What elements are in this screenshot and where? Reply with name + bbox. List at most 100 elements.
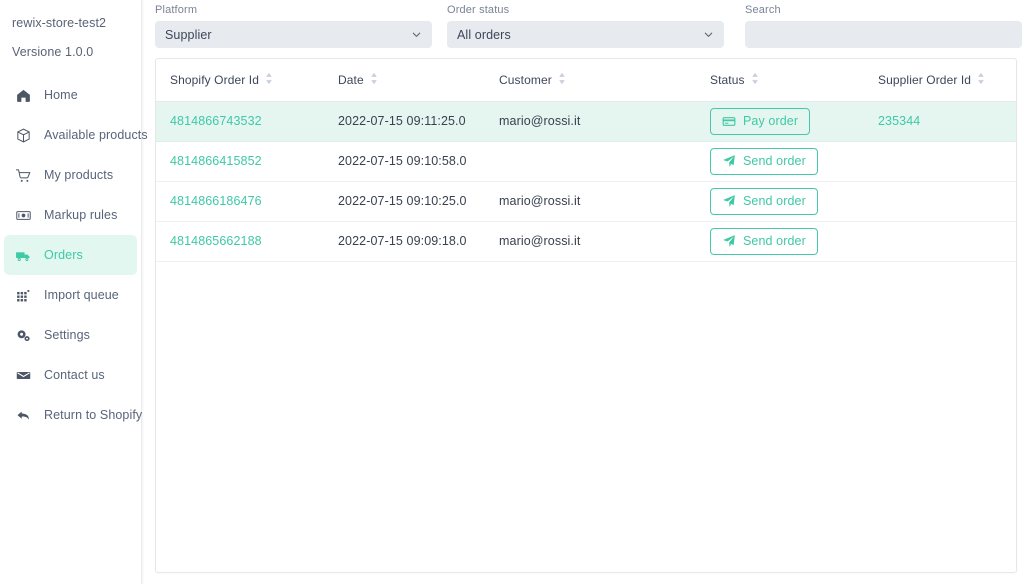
shopify-order-link[interactable]: 4814865662188 — [170, 234, 262, 248]
home-icon — [12, 85, 34, 105]
order-status-select[interactable]: All orders — [447, 21, 724, 48]
cell-supplier-order-id — [864, 141, 1016, 182]
sort-icon[interactable] — [265, 72, 273, 88]
cell-customer — [485, 141, 696, 182]
sidebar-nav: Home Available products My products Markup … — [0, 75, 148, 435]
sidebar-item-orders[interactable]: Orders — [4, 235, 137, 275]
orders-table-card: Shopify Order Id Date Customer Status Suppli… — [155, 58, 1017, 573]
chevron-down-icon — [411, 29, 422, 40]
sidebar-item-label: Settings — [44, 328, 90, 342]
order-status-select-value: All orders — [457, 27, 511, 42]
sidebar-item-label: Orders — [44, 248, 83, 262]
table-row[interactable]: 4814865662188 2022-07-15 09:09:18.0 mario@… — [156, 221, 1016, 262]
filter-bar: Platform Supplier Order status All order… — [152, 0, 1022, 58]
send-order-button[interactable]: Send order — [710, 187, 818, 215]
search-label: Search — [745, 4, 781, 16]
sidebar-item-markup-rules[interactable]: Markup rules — [4, 195, 137, 235]
banknote-icon — [12, 205, 34, 225]
action-button-label: Send order — [743, 154, 806, 168]
sidebar-item-contact-us[interactable]: Contact us — [4, 355, 137, 395]
sort-icon[interactable] — [558, 72, 566, 88]
cell-date: 2022-07-15 09:10:58.0 — [324, 141, 485, 182]
credit-card-icon — [722, 114, 736, 128]
action-button-label: Send order — [743, 234, 806, 248]
shopify-order-link[interactable]: 4814866186476 — [170, 194, 262, 208]
table-row[interactable]: 4814866186476 2022-07-15 09:10:25.0 mario@… — [156, 181, 1016, 222]
table-header-row: Shopify Order Id Date Customer Status Suppli… — [156, 59, 1016, 102]
cell-shopify-order-id: 4814865662188 — [156, 221, 324, 262]
action-button-label: Pay order — [743, 114, 799, 128]
send-order-button[interactable]: Send order — [710, 227, 818, 255]
sort-icon[interactable] — [751, 72, 759, 88]
cell-date: 2022-07-15 09:09:18.0 — [324, 221, 485, 262]
sidebar-item-available-products[interactable]: Available products — [4, 115, 148, 155]
sort-icon[interactable] — [977, 72, 985, 88]
orders-table: Shopify Order Id Date Customer Status Suppli… — [156, 59, 1016, 262]
sort-icon[interactable] — [370, 72, 378, 88]
platform-filter: Platform Supplier — [155, 4, 432, 48]
sidebar-item-return-to-shopify[interactable]: Return to Shopify — [4, 395, 142, 435]
order-status-filter: Order status All orders — [447, 4, 724, 48]
cell-date: 2022-07-15 09:10:25.0 — [324, 181, 485, 222]
shopify-order-link[interactable]: 4814866415852 — [170, 154, 262, 168]
sidebar-item-label: Return to Shopify — [44, 408, 143, 422]
app-root: rewix-store-test2 Versione 1.0.0 Home Ava… — [0, 0, 1024, 584]
sidebar-item-label: Contact us — [44, 368, 105, 382]
cell-status: Send order — [696, 141, 864, 182]
action-button-label: Send order — [743, 194, 806, 208]
cell-status: Send order — [696, 181, 864, 222]
sidebar-item-home[interactable]: Home — [4, 75, 137, 115]
column-header-status[interactable]: Status — [696, 59, 864, 102]
column-header-label: Date — [338, 72, 364, 87]
cell-date: 2022-07-15 09:11:25.0 — [324, 101, 485, 142]
sidebar-item-label: Home — [44, 88, 78, 102]
column-header-label: Supplier Order Id — [878, 72, 972, 87]
sidebar-item-my-products[interactable]: My products — [4, 155, 137, 195]
paper-plane-icon — [722, 234, 736, 248]
column-header-label: Status — [710, 72, 745, 87]
box-icon — [12, 125, 34, 145]
chevron-down-icon — [703, 29, 714, 40]
grid-icon — [12, 285, 34, 305]
platform-label: Platform — [155, 4, 198, 16]
shopping-cart-icon — [12, 165, 34, 185]
sidebar-item-import-queue[interactable]: Import queue — [4, 275, 137, 315]
sidebar-item-settings[interactable]: Settings — [4, 315, 137, 355]
cell-customer: mario@rossi.it — [485, 181, 696, 222]
gears-icon — [12, 325, 34, 345]
search-filter: Search — [745, 4, 1022, 48]
column-header-label: Customer — [499, 72, 552, 87]
main-content: Platform Supplier Order status All order… — [142, 0, 1024, 584]
store-version: Versione 1.0.0 — [12, 45, 94, 59]
column-header-shopify-order-id[interactable]: Shopify Order Id — [156, 59, 324, 102]
cell-customer: mario@rossi.it — [485, 221, 696, 262]
paper-plane-icon — [722, 194, 736, 208]
column-header-supplier-order-id[interactable]: Supplier Order Id — [864, 59, 1016, 102]
cell-supplier-order-id: 235344 — [864, 101, 1016, 142]
pay-order-button[interactable]: Pay order — [710, 107, 811, 135]
send-order-button[interactable]: Send order — [710, 147, 818, 175]
cell-customer: mario@rossi.it — [485, 101, 696, 142]
sidebar-item-label: Markup rules — [44, 208, 118, 222]
paper-plane-icon — [722, 154, 736, 168]
arrow-back-icon — [12, 405, 34, 425]
sidebar-item-label: Import queue — [44, 288, 119, 302]
cell-supplier-order-id — [864, 181, 1016, 222]
column-header-date[interactable]: Date — [324, 59, 485, 102]
column-header-customer[interactable]: Customer — [485, 59, 696, 102]
shopify-order-link[interactable]: 4814866743532 — [170, 114, 262, 128]
envelope-icon — [12, 365, 34, 385]
table-body: 4814866743532 2022-07-15 09:11:25.0 mario@… — [156, 101, 1016, 262]
order-status-label: Order status — [447, 4, 510, 16]
search-input[interactable] — [745, 21, 1022, 48]
cell-status: Pay order — [696, 101, 864, 142]
cell-status: Send order — [696, 221, 864, 262]
cell-shopify-order-id: 4814866743532 — [156, 101, 324, 142]
platform-select-value: Supplier — [165, 27, 212, 42]
table-row[interactable]: 4814866743532 2022-07-15 09:11:25.0 mario@… — [156, 101, 1016, 142]
store-name: rewix-store-test2 — [12, 16, 107, 30]
table-row[interactable]: 4814866415852 2022-07-15 09:10:58.0 Send o… — [156, 141, 1016, 182]
sidebar-item-label: My products — [44, 168, 114, 182]
platform-select[interactable]: Supplier — [155, 21, 432, 48]
cell-shopify-order-id: 4814866415852 — [156, 141, 324, 182]
